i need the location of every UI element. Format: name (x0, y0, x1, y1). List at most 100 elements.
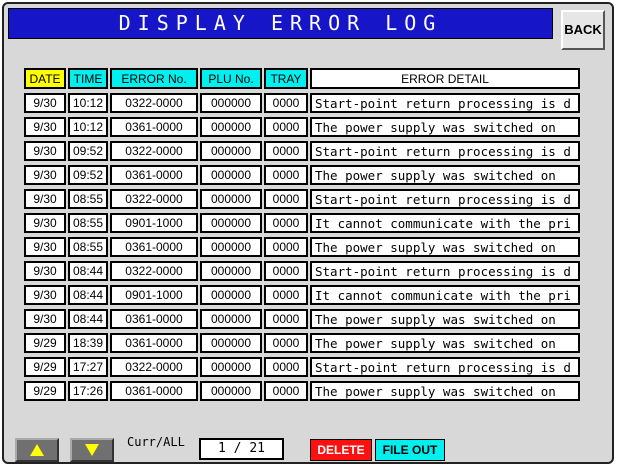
cell-detail: It cannot communicate with the pri (310, 213, 580, 233)
cell-time: 08:44 (68, 285, 108, 305)
cell-detail: Start-point return processing is d (310, 261, 580, 281)
up-arrow-icon (30, 444, 44, 456)
cell-tray: 0000 (264, 189, 308, 209)
table-row[interactable]: 9/30 08:55 0322-0000 000000 0000 Start-point … (24, 189, 580, 209)
cell-error: 0322-0000 (110, 357, 198, 377)
cell-date: 9/30 (24, 213, 66, 233)
cell-tray: 0000 (264, 381, 308, 401)
cell-detail: The power supply was switched on (310, 237, 580, 257)
column-header-date: DATE (24, 68, 66, 89)
cell-plu: 000000 (200, 285, 262, 305)
delete-button[interactable]: DELETE (310, 439, 372, 461)
cell-detail: It cannot communicate with the pri (310, 285, 580, 305)
cell-tray: 0000 (264, 117, 308, 137)
cell-date: 9/30 (24, 261, 66, 281)
cell-error: 0322-0000 (110, 93, 198, 113)
cell-plu: 000000 (200, 237, 262, 257)
cell-time: 08:55 (68, 237, 108, 257)
cell-date: 9/30 (24, 93, 66, 113)
cell-error: 0901-1000 (110, 285, 198, 305)
cell-error: 0361-0000 (110, 165, 198, 185)
cell-time: 08:55 (68, 213, 108, 233)
table-row[interactable]: 9/30 08:55 0901-1000 000000 0000 It cannot co… (24, 213, 580, 233)
cell-time: 09:52 (68, 165, 108, 185)
cell-detail: The power supply was switched on (310, 333, 580, 353)
cell-error: 0322-0000 (110, 141, 198, 161)
cell-time: 18:39 (68, 333, 108, 353)
page-indicator: 1 / 21 (199, 438, 284, 460)
cell-tray: 0000 (264, 333, 308, 353)
cell-tray: 0000 (264, 213, 308, 233)
cell-time: 08:44 (68, 261, 108, 281)
cell-plu: 000000 (200, 189, 262, 209)
cell-tray: 0000 (264, 165, 308, 185)
table-row[interactable]: 9/30 08:44 0361-0000 000000 0000 The power su… (24, 309, 580, 329)
file-out-button[interactable]: FILE OUT (375, 439, 445, 461)
error-log-table: DATE TIME ERROR No. PLU No. TRAY ERROR D… (22, 64, 582, 405)
table-row[interactable]: 9/30 08:44 0901-1000 000000 0000 It cannot co… (24, 285, 580, 305)
cell-error: 0322-0000 (110, 189, 198, 209)
cell-tray: 0000 (264, 237, 308, 257)
cell-date: 9/30 (24, 309, 66, 329)
cell-plu: 000000 (200, 165, 262, 185)
table-row[interactable]: 9/30 10:12 0361-0000 000000 0000 The power su… (24, 117, 580, 137)
cell-error: 0361-0000 (110, 381, 198, 401)
table-row[interactable]: 9/29 17:27 0322-0000 000000 0000 Start-point … (24, 357, 580, 377)
cell-date: 9/30 (24, 285, 66, 305)
cell-date: 9/30 (24, 165, 66, 185)
cell-detail: Start-point return processing is d (310, 357, 580, 377)
cell-detail: The power supply was switched on (310, 165, 580, 185)
cell-date: 9/29 (24, 333, 66, 353)
cell-plu: 000000 (200, 261, 262, 281)
cell-tray: 0000 (264, 93, 308, 113)
table-row[interactable]: 9/29 18:39 0361-0000 000000 0000 The power su… (24, 333, 580, 353)
cell-tray: 0000 (264, 357, 308, 377)
scroll-up-button[interactable] (15, 438, 59, 462)
page-title: DISPLAY ERROR LOG (8, 8, 553, 39)
cell-date: 9/30 (24, 237, 66, 257)
cell-error: 0361-0000 (110, 333, 198, 353)
table-row[interactable]: 9/30 10:12 0322-0000 000000 0000 Start-point … (24, 93, 580, 113)
cell-time: 17:27 (68, 357, 108, 377)
column-header-error-detail: ERROR DETAIL (310, 68, 580, 89)
table-row[interactable]: 9/29 17:26 0361-0000 000000 0000 The power su… (24, 381, 580, 401)
cell-detail: The power supply was switched on (310, 117, 580, 137)
cell-plu: 000000 (200, 213, 262, 233)
cell-plu: 000000 (200, 93, 262, 113)
cell-plu: 000000 (200, 309, 262, 329)
cell-detail: Start-point return processing is d (310, 189, 580, 209)
table-header-row: DATE TIME ERROR No. PLU No. TRAY ERROR D… (24, 68, 580, 89)
column-header-plu-no: PLU No. (200, 68, 262, 89)
cell-plu: 000000 (200, 141, 262, 161)
cell-tray: 0000 (264, 285, 308, 305)
table-row[interactable]: 9/30 08:55 0361-0000 000000 0000 The power su… (24, 237, 580, 257)
back-button[interactable]: BACK (561, 10, 605, 50)
cell-tray: 0000 (264, 141, 308, 161)
cell-date: 9/30 (24, 141, 66, 161)
cell-plu: 000000 (200, 381, 262, 401)
cell-error: 0322-0000 (110, 261, 198, 281)
cell-plu: 000000 (200, 333, 262, 353)
scroll-down-button[interactable] (70, 438, 114, 462)
cell-error: 0361-0000 (110, 309, 198, 329)
cell-error: 0361-0000 (110, 237, 198, 257)
cell-time: 17:26 (68, 381, 108, 401)
table-row[interactable]: 9/30 09:52 0322-0000 000000 0000 Start-point … (24, 141, 580, 161)
cell-time: 09:52 (68, 141, 108, 161)
cell-date: 9/29 (24, 381, 66, 401)
cell-date: 9/29 (24, 357, 66, 377)
cell-date: 9/30 (24, 117, 66, 137)
table-row[interactable]: 9/30 08:44 0322-0000 000000 0000 Start-point … (24, 261, 580, 281)
cell-time: 08:55 (68, 189, 108, 209)
cell-time: 10:12 (68, 117, 108, 137)
cell-detail: Start-point return processing is d (310, 141, 580, 161)
column-header-error-no: ERROR No. (110, 68, 198, 89)
table-row[interactable]: 9/30 09:52 0361-0000 000000 0000 The power su… (24, 165, 580, 185)
cell-time: 10:12 (68, 93, 108, 113)
down-arrow-icon (85, 444, 99, 456)
cell-detail: The power supply was switched on (310, 381, 580, 401)
cell-detail: The power supply was switched on (310, 309, 580, 329)
cell-error: 0901-1000 (110, 213, 198, 233)
curr-all-label: Curr/ALL (127, 435, 185, 449)
cell-tray: 0000 (264, 261, 308, 281)
